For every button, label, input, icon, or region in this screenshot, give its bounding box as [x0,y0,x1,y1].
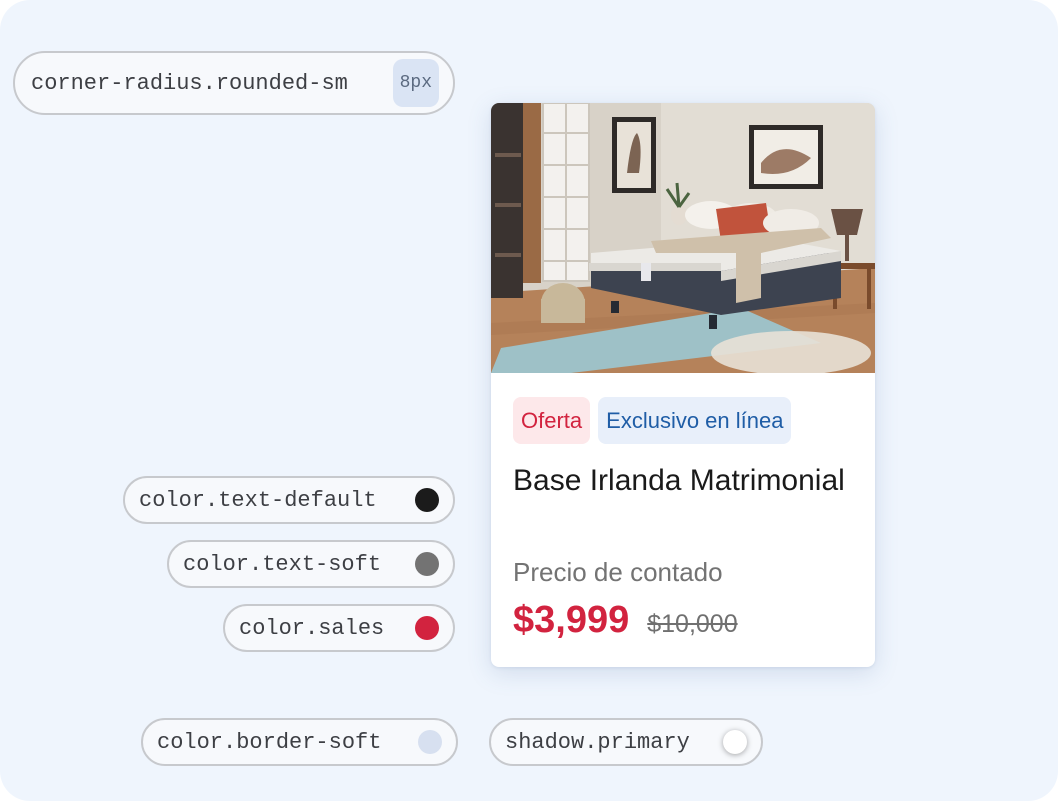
product-card[interactable]: Oferta Exclusivo en línea Base Irlanda M… [491,103,875,667]
token-text-soft: color.text-soft [167,540,455,588]
product-title[interactable]: Base Irlanda Matrimonial [513,457,853,505]
bedroom-photo [491,103,875,373]
canvas: corner-radius.rounded-sm 8px color.text-… [0,0,1058,801]
token-label: corner-radius.rounded-sm [31,70,348,96]
online-exclusive-badge: Exclusivo en línea [598,397,792,444]
color-swatch [415,488,439,512]
token-border-soft: color.border-soft [141,718,458,766]
token-corner-radius: corner-radius.rounded-sm 8px [13,51,455,115]
color-swatch [415,616,439,640]
token-value-badge: 8px [392,59,439,107]
original-price: $10,000 [647,610,738,638]
shadow-swatch [723,730,747,754]
token-label: color.sales [239,615,385,641]
token-label: shadow.primary [505,729,690,755]
offer-badge: Oferta [513,397,591,444]
badge-group: Oferta Exclusivo en línea [513,397,792,444]
color-swatch [415,552,439,576]
token-label: color.text-default [139,487,377,513]
sale-price: $3,999 [513,599,630,641]
token-label: color.text-soft [183,551,382,577]
token-shadow: shadow.primary [489,718,763,766]
price-caption: Precio de contado [513,557,723,587]
color-swatch [418,730,442,754]
token-label: color.border-soft [157,729,382,755]
price-row: $3,999 $10,000 [513,599,738,642]
token-sales: color.sales [223,604,455,652]
token-text-default: color.text-default [123,476,455,524]
